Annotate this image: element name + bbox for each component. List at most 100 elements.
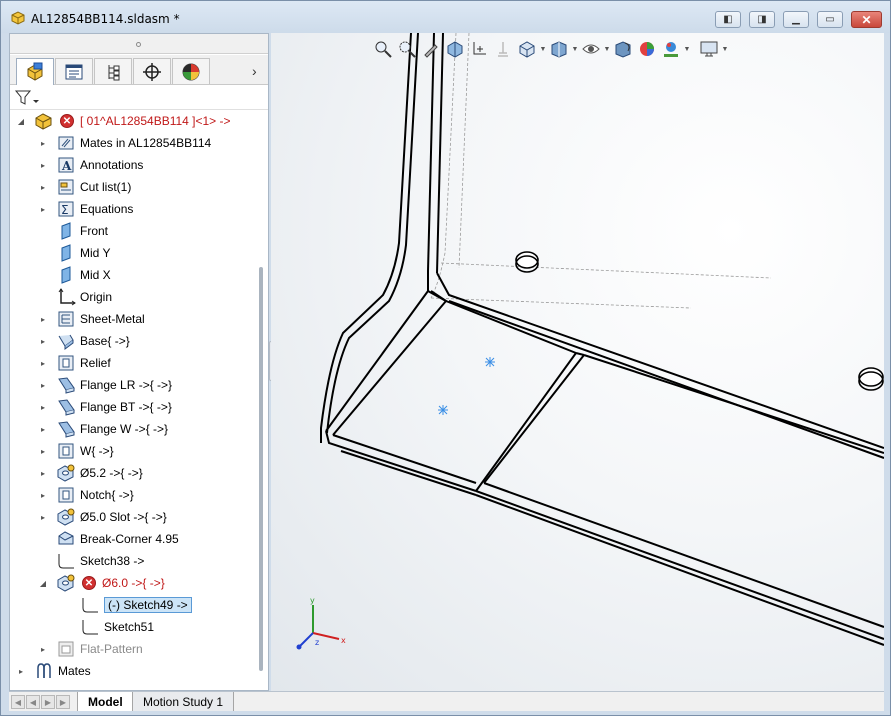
display-style-button[interactable]	[547, 38, 571, 60]
prev-tab-button[interactable]: ◀	[26, 695, 40, 709]
close-button[interactable]: ✕	[851, 11, 882, 28]
tree-item-annotations[interactable]: ▸ A Annotations	[38, 154, 143, 176]
pane-grip[interactable]	[10, 34, 268, 54]
tree-item-label: Break-Corner 4.95	[80, 532, 179, 546]
filter-icon[interactable]	[14, 89, 40, 107]
collapse-arrow-icon[interactable]: ◢	[38, 572, 48, 594]
last-tab-button[interactable]: ▶	[56, 695, 70, 709]
view-settings-dropdown-icon[interactable]: ▼	[721, 46, 729, 53]
zoom-to-fit-button[interactable]	[371, 38, 395, 60]
last-arrow-icon: ▶	[59, 697, 67, 707]
tree-item-cut-list[interactable]: ▸ Cut list(1)	[38, 176, 131, 198]
next-tab-button[interactable]: ▶	[41, 695, 55, 709]
scene-button[interactable]	[659, 38, 683, 60]
tree-scrollbar[interactable]	[259, 267, 263, 671]
expand-arrow-icon[interactable]: ▸	[38, 638, 48, 660]
expand-arrow-icon[interactable]: ▸	[38, 484, 48, 506]
graphics-viewport[interactable]: ▼ ▼ ▼ ▼ ▼ y x z	[271, 33, 884, 691]
hole-wizard-icon	[56, 464, 76, 482]
tree-item-break-corner[interactable]: Break-Corner 4.95	[56, 528, 179, 550]
dynamic-annotation-button[interactable]	[467, 38, 491, 60]
tab-configuration-manager[interactable]	[94, 58, 132, 84]
restore-left-button[interactable]: ◧	[715, 11, 741, 28]
svg-text:A: A	[61, 159, 72, 173]
tree-item-flat-pattern[interactable]: ▸ Flat-Pattern	[38, 638, 143, 660]
tree-item-relief[interactable]: ▸ Relief	[38, 352, 111, 374]
tree-item-label: W{ ->}	[80, 444, 114, 458]
tab-dimxpert-manager[interactable]	[133, 58, 171, 84]
expand-arrow-icon[interactable]: ▸	[16, 660, 26, 682]
tab-motion-study[interactable]: Motion Study 1	[132, 692, 235, 711]
edit-appearance-button[interactable]	[611, 38, 635, 60]
tree-item-mates-top[interactable]: ▸ Mates	[16, 660, 91, 682]
tree-item-sheet-metal[interactable]: ▸ Sheet-Metal	[38, 308, 145, 330]
expand-arrow-icon[interactable]: ▸	[38, 198, 48, 220]
hide-show-dropdown-icon[interactable]: ▼	[603, 46, 611, 53]
tree-item-notch[interactable]: ▸ Notch{ ->}	[38, 484, 134, 506]
tab-display-manager[interactable]	[172, 58, 210, 84]
assembly-file-icon	[11, 11, 25, 25]
expand-arrow-icon[interactable]: ▸	[38, 396, 48, 418]
tree-item-label: Sheet-Metal	[80, 312, 145, 326]
tree-item-mid-x-plane[interactable]: Mid X	[56, 264, 111, 286]
window-title: AL12854BB114.sldasm *	[31, 12, 180, 26]
tab-feature-manager[interactable]	[16, 58, 54, 85]
error-icon: ✕	[82, 576, 96, 590]
tree-child-sketch51[interactable]: Sketch51	[80, 616, 154, 638]
tree-item-flange-lr[interactable]: ▸ Flange LR ->{ ->}	[38, 374, 172, 396]
apply-scene-button[interactable]	[635, 38, 659, 60]
tree-item-mid-y-plane[interactable]: Mid Y	[56, 242, 110, 264]
expand-arrow-icon[interactable]: ▸	[38, 176, 48, 198]
expand-arrow-icon[interactable]: ▸	[38, 352, 48, 374]
view-orientation-button[interactable]	[515, 38, 539, 60]
display-style-disabled-button[interactable]	[491, 38, 515, 60]
tree-item-hole-5-2[interactable]: ▸ Ø5.2 ->{ ->}	[38, 462, 143, 484]
feature-manager-pane: › ◢ ✕ [ 01^AL12854BB114 ]<1> -> ▸ Mates …	[9, 33, 269, 691]
triad-x-label: x	[341, 636, 346, 645]
tree-item-label: Ø6.0 ->{ ->}	[102, 576, 165, 590]
tree-item-w[interactable]: ▸ W{ ->}	[38, 440, 114, 462]
tree-item-slot-5-0[interactable]: ▸ Ø5.0 Slot ->{ ->}	[38, 506, 167, 528]
tree-item-base[interactable]: ▸ Base{ ->}	[38, 330, 130, 352]
view-orientation-dropdown-icon[interactable]: ▼	[539, 46, 547, 53]
previous-view-button[interactable]	[419, 38, 443, 60]
tree-item-front-plane[interactable]: Front	[56, 220, 108, 242]
tree-item-sketch38[interactable]: Sketch38 ->	[56, 550, 144, 572]
tree-item-mates[interactable]: ▸ Mates in AL12854BB114	[38, 132, 211, 154]
zoom-to-area-button[interactable]	[395, 38, 419, 60]
tree-item-origin[interactable]: Origin	[56, 286, 112, 308]
tree-item-hole-6-0[interactable]: ◢ ✕ Ø6.0 ->{ ->}	[38, 572, 165, 594]
hide-show-items-button[interactable]	[579, 38, 603, 60]
tree-item-label: Notch{ ->}	[80, 488, 134, 502]
display-style-dropdown-icon[interactable]: ▼	[571, 46, 579, 53]
expand-arrow-icon[interactable]: ▸	[38, 374, 48, 396]
scene-dropdown-icon[interactable]: ▼	[683, 46, 691, 53]
expand-arrow-icon[interactable]: ▸	[38, 330, 48, 352]
tree-item-label: Origin	[80, 290, 113, 304]
tree-item-flange-w[interactable]: ▸ Flange W ->{ ->}	[38, 418, 168, 440]
tree-item-equations[interactable]: ▸ Σ Equations	[38, 198, 133, 220]
expand-arrow-icon[interactable]: ▸	[38, 462, 48, 484]
tree-item-flange-bt[interactable]: ▸ Flange BT ->{ ->}	[38, 396, 172, 418]
maximize-button[interactable]: ▭	[817, 11, 843, 28]
first-tab-button[interactable]: ◀	[11, 695, 25, 709]
tab-model[interactable]: Model	[77, 692, 134, 711]
expand-arrow-icon[interactable]: ▸	[38, 506, 48, 528]
restore-right-button[interactable]: ◨	[749, 11, 775, 28]
minimize-button[interactable]: ▁	[783, 11, 809, 28]
sketch-icon	[80, 596, 100, 614]
tabs-scroll-right-icon[interactable]: ›	[252, 63, 257, 79]
view-settings-button[interactable]	[697, 38, 721, 60]
tab-property-manager[interactable]	[55, 58, 93, 84]
expand-arrow-icon[interactable]: ▸	[38, 440, 48, 462]
section-view-button[interactable]	[443, 38, 467, 60]
tree-child-sketch49[interactable]: (-) Sketch49 ->	[80, 594, 192, 616]
expand-arrow-icon[interactable]: ▸	[38, 418, 48, 440]
tree-root-row[interactable]: ◢ ✕ [ 01^AL12854BB114 ]<1> ->	[16, 110, 231, 132]
expand-arrow-icon[interactable]: ▸	[38, 308, 48, 330]
expand-arrow-icon[interactable]: ▸	[38, 154, 48, 176]
expand-arrow-icon[interactable]: ▸	[38, 132, 48, 154]
tree-item-label: Mid X	[80, 268, 111, 282]
collapse-arrow-icon[interactable]: ◢	[16, 110, 26, 132]
dynamic-annotation-icon	[473, 42, 486, 55]
